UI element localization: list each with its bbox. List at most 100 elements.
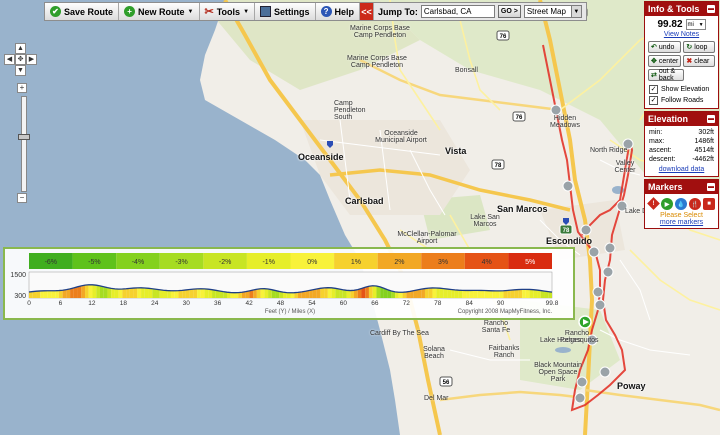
distance-unit-select[interactable]: mi ▼ xyxy=(685,19,706,30)
view-notes-link[interactable]: View Notes xyxy=(645,31,718,38)
zoom-slider-thumb[interactable] xyxy=(18,134,30,140)
help-button[interactable]: ? Help xyxy=(315,3,361,20)
grade-segment xyxy=(144,287,149,298)
grade-segment xyxy=(51,290,56,298)
download-data-link[interactable]: download data xyxy=(645,166,718,176)
grade-segment xyxy=(484,290,489,298)
minimize-icon[interactable]: ▬ xyxy=(707,183,715,191)
stat-label: descent: xyxy=(649,156,676,163)
pan-up-button[interactable]: ▲ xyxy=(15,43,26,54)
grade-segment xyxy=(92,284,97,298)
grade-segment xyxy=(436,287,440,298)
minimize-icon[interactable]: ▬ xyxy=(707,5,715,13)
grade-segment xyxy=(417,289,422,298)
tools-button[interactable]: ✂ Tools ▼ xyxy=(199,3,256,20)
out-and-back-button[interactable]: ⇄ out & back xyxy=(648,68,684,82)
grade-segment xyxy=(432,287,437,298)
go-button[interactable]: GO > xyxy=(497,5,521,18)
grade-segment xyxy=(316,288,321,298)
more-markers-link[interactable]: more markers xyxy=(645,219,718,228)
grade-segment xyxy=(372,285,377,298)
grade-segment xyxy=(481,290,485,298)
grade-segment xyxy=(36,290,41,298)
grade-label: 0% xyxy=(307,259,317,266)
save-route-button[interactable]: ✔ Save Route xyxy=(45,3,120,20)
arrow-left-icon: ◀ xyxy=(6,56,13,63)
stop-marker-icon[interactable]: ■ xyxy=(703,198,715,210)
svg-text:56: 56 xyxy=(443,380,450,386)
grade-segment xyxy=(178,290,183,298)
pan-right-button[interactable]: ▶ xyxy=(26,54,37,65)
tools-icon: ✂ xyxy=(204,6,214,18)
stat-value: -4462ft xyxy=(692,156,714,163)
food-marker-icon[interactable]: 🍴 xyxy=(689,198,701,210)
zoom-out-button[interactable]: − xyxy=(17,193,27,203)
pan-left-button[interactable]: ◀ xyxy=(4,54,15,65)
grade-segment xyxy=(70,287,74,298)
grade-segment xyxy=(477,290,482,298)
collapse-toolbar-button[interactable]: << xyxy=(360,3,375,20)
grade-segment xyxy=(447,289,452,298)
new-route-button[interactable]: + New Route ▼ xyxy=(119,3,200,20)
jump-to-input[interactable] xyxy=(420,5,495,18)
dropdown-arrow-icon: ▼ xyxy=(243,8,250,15)
markers-section: Markers ▬ ! ▶ 💧 🍴 ■ Please Select more m… xyxy=(644,179,719,229)
settings-button[interactable]: Settings xyxy=(255,3,316,20)
grade-segment xyxy=(346,290,351,298)
undo-button[interactable]: ↶ undo xyxy=(648,41,682,53)
show-elevation-checkbox[interactable]: ✓ xyxy=(649,85,658,94)
grade-legend: -6% -5% -4% -3% -2% -1% 0% 1% 2% 3% 4% 5% xyxy=(29,253,552,269)
follow-roads-checkbox[interactable]: ✓ xyxy=(649,96,658,105)
copyright-text: Copyright 2008 MapMyFitness, Inc. xyxy=(458,309,553,315)
elevation-ascent-row: ascent: 4514ft xyxy=(649,146,714,155)
grade-label: -6% xyxy=(45,259,57,266)
start-marker-icon[interactable]: ▶ xyxy=(661,198,673,210)
crosshair-icon: ✥ xyxy=(651,58,657,65)
grade-segment xyxy=(40,290,44,298)
grade-segment xyxy=(185,289,190,298)
undo-label: undo xyxy=(658,43,675,51)
warning-marker-icon[interactable]: ! xyxy=(647,197,660,210)
map-label-carlsbad: Carlsbad xyxy=(345,196,384,206)
x-tick-label: 78 xyxy=(434,300,442,307)
clear-button[interactable]: ✖ clear xyxy=(683,55,715,67)
zoom-in-button[interactable]: + xyxy=(17,83,27,93)
show-elevation-option[interactable]: ✓ Show Elevation xyxy=(645,84,718,95)
pan-down-button[interactable]: ▼ xyxy=(15,65,26,76)
grade-segment xyxy=(365,286,369,298)
elevation-descent-row: descent: -4462ft xyxy=(649,155,714,164)
pan-center-button[interactable]: ✥ xyxy=(15,54,26,65)
grade-segment xyxy=(514,289,519,298)
center-button[interactable]: ✥ center xyxy=(648,55,682,67)
minimize-icon[interactable]: ▬ xyxy=(707,115,715,123)
grade-segment xyxy=(522,289,526,298)
markers-title: Markers xyxy=(648,182,683,192)
grade-label: -1% xyxy=(262,259,274,266)
grade-segment xyxy=(47,290,52,298)
grade-segment xyxy=(488,290,493,298)
grade-segment xyxy=(111,288,115,298)
map-label-vista: Vista xyxy=(445,146,467,156)
grade-segment xyxy=(189,289,194,298)
water-marker-icon[interactable]: 💧 xyxy=(675,198,687,210)
grade-segment xyxy=(424,288,429,298)
map-navigation-control: ▲ ◀ ✥ ▶ ▼ + − xyxy=(4,43,37,205)
route-start-marker[interactable] xyxy=(578,315,592,329)
map-label-hidden-meadows: Hidden Meadows xyxy=(550,115,580,129)
follow-roads-option[interactable]: ✓ Follow Roads xyxy=(645,95,718,108)
map-label-san-marcos: San Marcos xyxy=(497,204,548,214)
grade-segment xyxy=(439,288,444,298)
grade-segment xyxy=(495,290,500,298)
elevation-min-row: min: 302ft xyxy=(649,128,714,137)
map-type-select[interactable]: Street Map ▼ xyxy=(523,5,582,18)
grade-segment xyxy=(107,287,112,298)
grade-segment xyxy=(290,292,295,298)
grade-segment xyxy=(503,290,508,298)
map-label-rancho-santa-fe: Rancho Santa Fe xyxy=(481,320,511,334)
loop-button[interactable]: ↻ loop xyxy=(683,41,715,53)
zoom-slider[interactable] xyxy=(18,96,30,192)
x-tick-label: 54 xyxy=(308,300,316,307)
stat-label: min: xyxy=(649,129,663,136)
x-tick-label: 12 xyxy=(88,300,96,307)
svg-text:78: 78 xyxy=(495,163,502,169)
